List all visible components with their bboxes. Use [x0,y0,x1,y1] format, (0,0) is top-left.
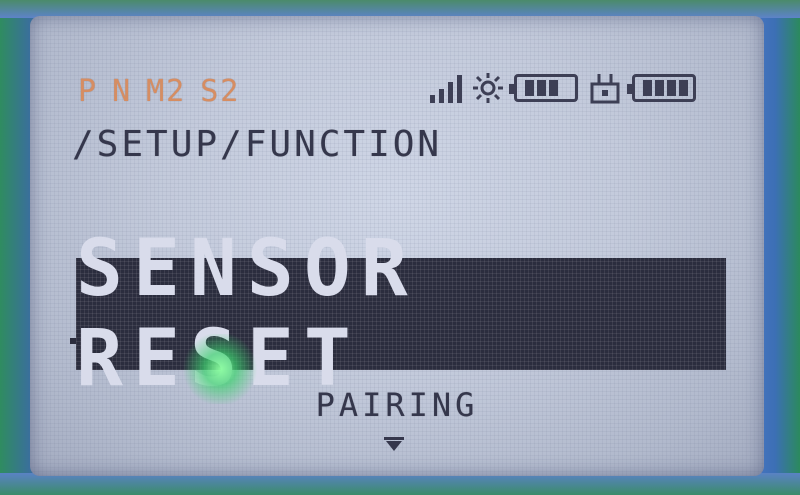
lcd-screen: P N M2 S2 /SETUP/FUNCTION SENSOR RESET P… [30,16,764,476]
status-icons [430,72,696,104]
mode-p: P [78,74,99,109]
transmitter-battery-icon [509,74,578,102]
breadcrumb: /SETUP/FUNCTION [72,124,443,165]
backlight-sun-icon [473,73,503,103]
mode-s2: S2 [200,74,241,109]
receiver-battery-icon [627,74,696,102]
scroll-down-arrow-icon [384,437,404,451]
menu-item-next[interactable]: PAIRING [30,386,764,424]
receiver-plug-icon [590,74,620,104]
menu-item-selected-label: SENSOR RESET [76,224,418,404]
status-mode-indicators: P N M2 S2 [78,74,240,109]
mode-m2: M2 [146,74,187,109]
mode-n: N [112,74,133,109]
bezel-bottom [0,473,800,495]
signal-strength-icon [430,73,462,103]
menu-item-selected[interactable]: SENSOR RESET [76,224,726,404]
